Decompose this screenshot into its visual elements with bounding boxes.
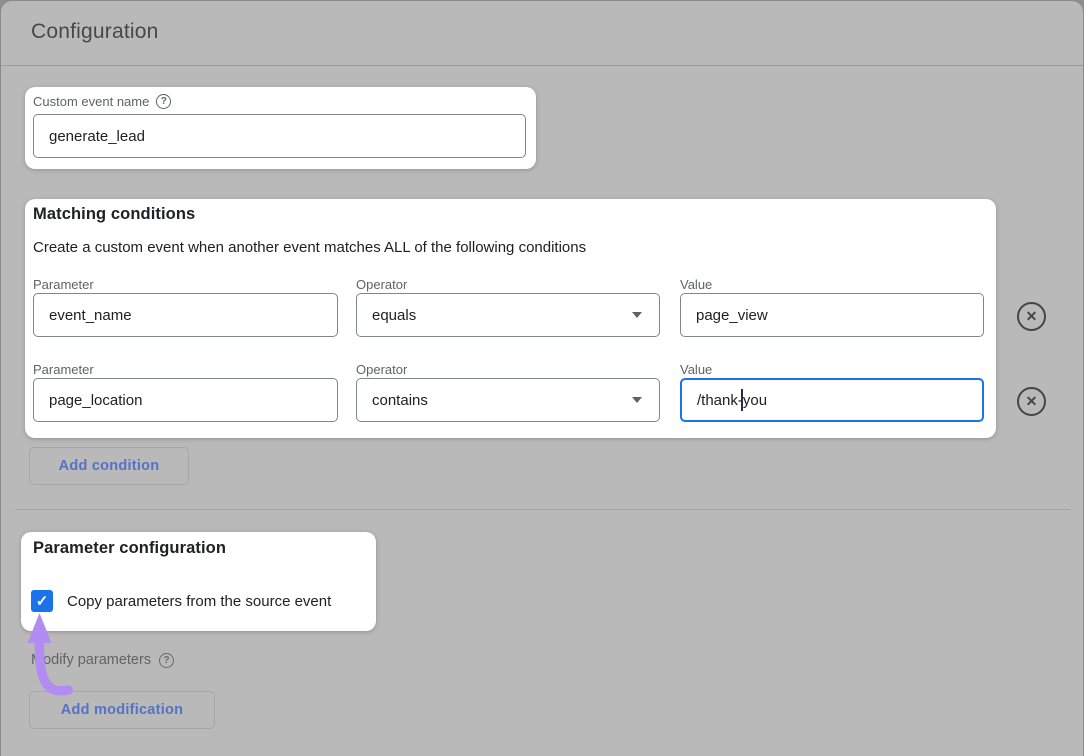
operator-label: Operator (356, 277, 407, 292)
section-divider (15, 509, 1071, 510)
remove-condition-2-button[interactable]: ✕ (1017, 387, 1046, 416)
condition-2-value-input[interactable]: /thank-you (680, 378, 984, 422)
checkmark-icon: ✓ (36, 592, 49, 610)
header-divider (1, 65, 1084, 66)
value-label: Value (680, 277, 712, 292)
help-icon[interactable]: ? (159, 653, 174, 668)
modify-parameters-label: Modify parameters (31, 652, 151, 668)
custom-event-name-label: Custom event name ? (33, 94, 171, 109)
condition-2-parameter-input[interactable] (33, 378, 338, 422)
operator-label: Operator (356, 362, 407, 377)
matching-conditions-subtitle: Create a custom event when another event… (33, 239, 586, 256)
chevron-down-icon (632, 397, 642, 403)
condition-1-parameter-input[interactable] (33, 293, 338, 337)
configuration-dialog: Configuration Custom event name ? Matchi… (0, 0, 1084, 756)
condition-2-operator-select[interactable]: contains (356, 378, 660, 422)
parameter-configuration-title: Parameter configuration (33, 539, 226, 558)
parameter-label: Parameter (33, 277, 94, 292)
condition-1-value-input[interactable] (680, 293, 984, 337)
condition-1-operator-select[interactable]: equals (356, 293, 660, 337)
custom-event-card: Custom event name ? (25, 87, 536, 169)
remove-condition-1-button[interactable]: ✕ (1017, 302, 1046, 331)
page-title: Configuration (31, 20, 159, 44)
add-modification-button[interactable]: Add modification (29, 691, 215, 729)
chevron-down-icon (632, 312, 642, 318)
parameter-configuration-card: Parameter configuration ✓ Copy parameter… (21, 532, 376, 631)
parameter-label: Parameter (33, 362, 94, 377)
custom-event-name-input[interactable] (33, 114, 526, 158)
value-label: Value (680, 362, 712, 377)
matching-conditions-title: Matching conditions (33, 205, 195, 224)
help-icon[interactable]: ? (156, 94, 171, 109)
modify-parameters-row: Modify parameters ? (31, 652, 174, 668)
copy-parameters-label: Copy parameters from the source event (67, 593, 331, 610)
add-condition-button[interactable]: Add condition (29, 447, 189, 485)
copy-parameters-checkbox[interactable]: ✓ (31, 590, 53, 612)
matching-conditions-card: Matching conditions Create a custom even… (25, 199, 996, 438)
